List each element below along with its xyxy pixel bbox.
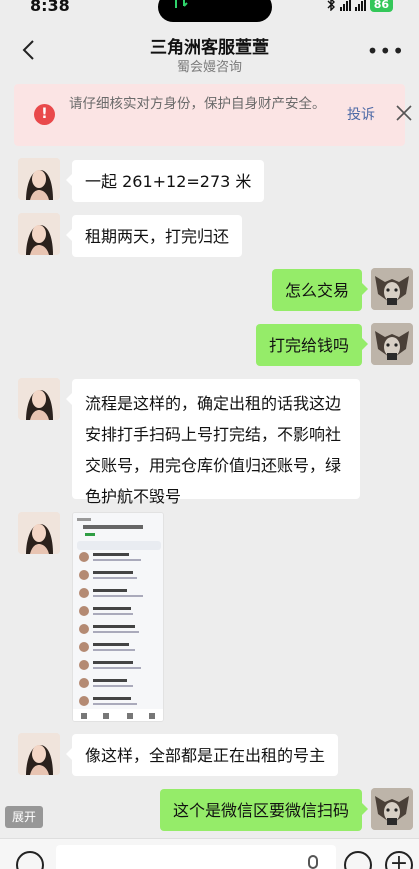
chat-subtitle: 蜀会嫚咨询 — [176, 60, 242, 75]
bluetooth-icon — [327, 0, 335, 11]
report-link[interactable]: 投诉 — [347, 104, 375, 124]
my-avatar[interactable] — [371, 788, 413, 830]
chat-header: 三角洲客服萱萱 蜀会嫚咨询 ••• — [0, 28, 419, 78]
warning-text: 请仔细核实对方身份，保护自身财产安全。 — [69, 96, 326, 112]
contact-avatar[interactable] — [18, 512, 60, 554]
my-avatar[interactable] — [371, 323, 413, 365]
signal-icon — [339, 0, 351, 11]
contact-avatar[interactable] — [18, 213, 60, 255]
voice-input-icon[interactable] — [16, 851, 44, 869]
security-warning-banner: ! 请仔细核实对方身份，保护自身财产安全。 投诉 — [14, 84, 412, 146]
chat-title: 三角洲客服萱萱 — [150, 38, 269, 58]
contact-avatar[interactable] — [18, 378, 60, 420]
contact-avatar[interactable] — [18, 158, 60, 200]
avatar-portrait — [18, 158, 60, 200]
message-bubble-incoming[interactable]: 流程是这样的，确定出租的话我这边安排打手扫码上号打完结，不影响社交账号，用完仓库… — [66, 379, 360, 506]
avatar-photo — [371, 323, 413, 365]
message-bubble-outgoing[interactable]: 怎么交易 — [271, 269, 369, 311]
more-options-icon[interactable]: ••• — [367, 39, 405, 63]
alert-icon: ! — [34, 104, 55, 125]
avatar-photo — [371, 788, 413, 830]
avatar-portrait — [18, 512, 60, 554]
dynamic-island — [158, 0, 272, 22]
image-message-thumbnail[interactable] — [72, 512, 164, 722]
avatar-photo — [371, 268, 413, 310]
contact-avatar[interactable] — [18, 733, 60, 775]
message-bubble-incoming[interactable]: 租期两天，打完归还 — [65, 215, 243, 257]
screenshot-thumbnail-image — [73, 513, 163, 721]
battery-badge: 86 — [369, 0, 393, 12]
my-avatar[interactable] — [371, 268, 413, 310]
message-bubble-incoming[interactable]: 一起 261+12=273 米 — [65, 160, 265, 202]
message-input[interactable] — [56, 845, 336, 869]
plus-icon[interactable]: + — [385, 851, 413, 869]
close-icon[interactable] — [395, 104, 413, 122]
chat-input-bar: + — [0, 838, 419, 869]
signal-icon-2 — [354, 0, 366, 11]
avatar-portrait — [18, 733, 60, 775]
message-bubble-outgoing[interactable]: 打完给钱吗 — [255, 324, 369, 366]
status-bar: 8:38 86 — [0, 0, 419, 22]
message-bubble-incoming[interactable]: 像这样，全部都是正在出租的号主 — [65, 734, 339, 776]
avatar-portrait — [18, 378, 60, 420]
avatar-portrait — [18, 213, 60, 255]
status-icons: 86 — [327, 0, 393, 12]
status-time: 8:38 — [30, 0, 70, 15]
emoji-icon[interactable] — [344, 851, 372, 869]
mic-icon[interactable] — [308, 855, 318, 869]
message-bubble-outgoing[interactable]: 这个是微信区要微信扫码 — [159, 789, 369, 831]
activity-icon — [175, 0, 188, 8]
expand-button[interactable]: 展开 — [5, 806, 43, 828]
